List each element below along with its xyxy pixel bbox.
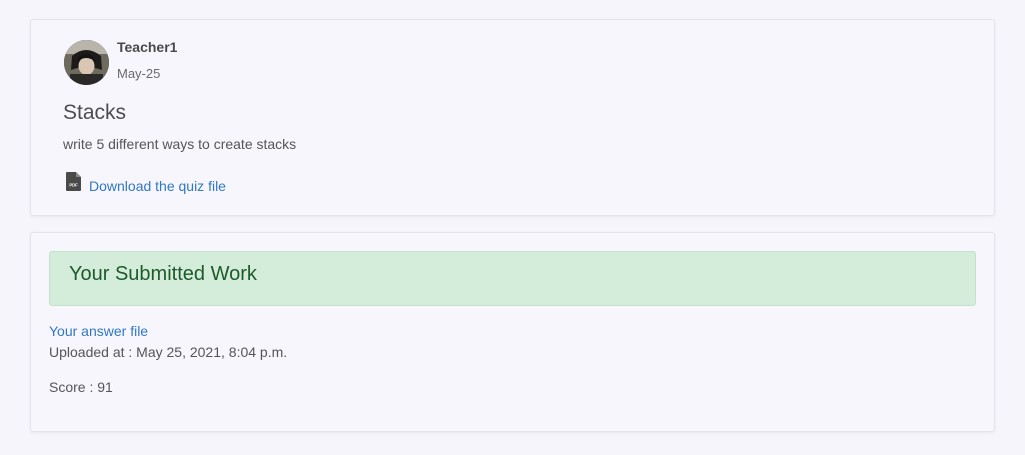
author-avatar [64,40,109,85]
quiz-description: write 5 different ways to create stacks [63,136,297,152]
post-date: May-25 [117,66,161,81]
download-quiz-file-link[interactable]: Download the quiz file [89,178,226,194]
quiz-post-card: Teacher1 May-25 Stacks write 5 different… [30,19,995,216]
quiz-title: Stacks [63,101,127,124]
author-name: Teacher1 [117,39,178,55]
submission-card: Your Submitted Work Your answer file Upl… [30,232,995,432]
pdf-file-icon[interactable]: PDF [66,172,81,191]
submitted-work-banner: Your Submitted Work [49,251,976,306]
answer-file-link[interactable]: Your answer file [49,323,148,339]
submitted-work-heading: Your Submitted Work [69,263,257,285]
avatar-image [64,40,109,85]
score-text: Score : 91 [49,379,113,395]
pdf-icon-text: PDF [69,183,78,188]
uploaded-at-text: Uploaded at : May 25, 2021, 8:04 p.m. [49,344,288,360]
